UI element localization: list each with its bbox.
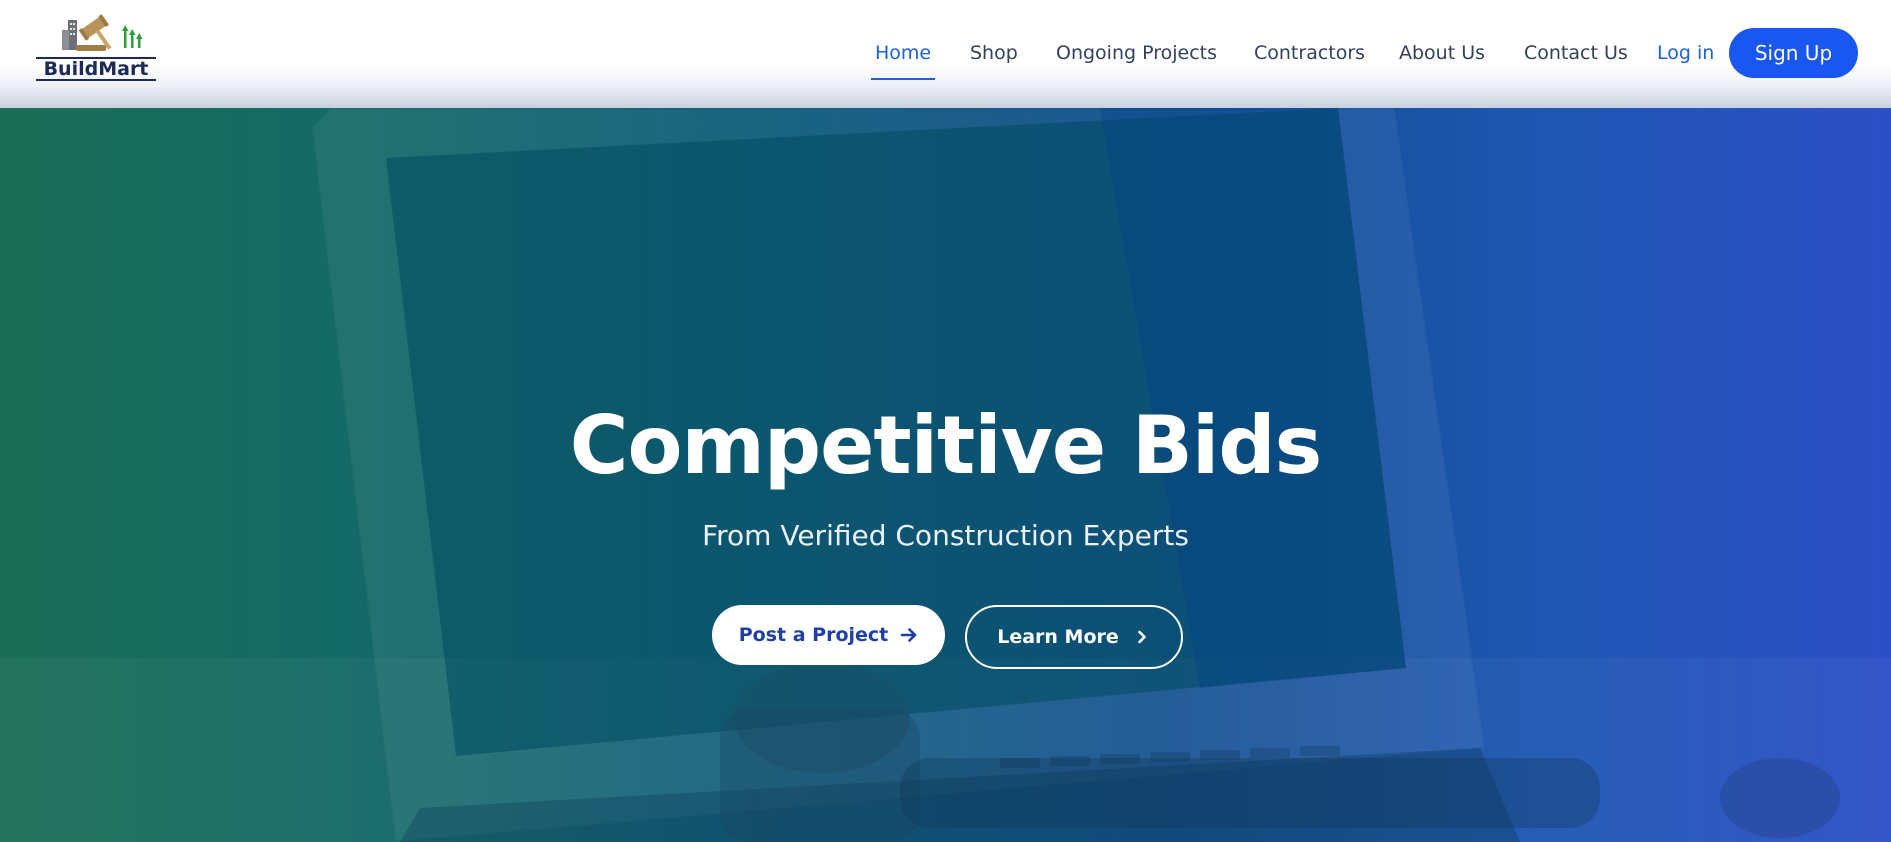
brand-logo[interactable]: BuildMart bbox=[36, 12, 156, 84]
nav-item-label: Contractors bbox=[1254, 42, 1366, 64]
learn-more-button[interactable]: Learn More bbox=[965, 605, 1183, 669]
nav-item-shop[interactable]: Shop bbox=[970, 28, 1018, 78]
nav-item-about-us[interactable]: About Us bbox=[1399, 28, 1485, 78]
post-project-label: Post a Project bbox=[738, 624, 889, 646]
nav-item-label: Shop bbox=[970, 42, 1018, 64]
nav-item-contractors[interactable]: Contractors bbox=[1254, 28, 1365, 78]
nav-item-label: Home bbox=[875, 42, 932, 64]
nav-item-contact-us[interactable]: Contact Us bbox=[1524, 28, 1628, 78]
post-project-button[interactable]: Post a Project bbox=[712, 605, 945, 665]
chevron-right-icon bbox=[1137, 630, 1146, 644]
active-nav-indicator bbox=[871, 78, 936, 80]
nav-item-home[interactable]: Home bbox=[871, 28, 936, 80]
nav-item-label: Contact Us bbox=[1524, 42, 1628, 64]
brand-name: BuildMart bbox=[36, 57, 156, 81]
nav-item-label: About Us bbox=[1399, 42, 1486, 64]
nav-item-label: Ongoing Projects bbox=[1056, 42, 1218, 64]
arrow-right-icon bbox=[900, 628, 917, 642]
hero-title: Competitive Bids bbox=[569, 399, 1322, 492]
gavel-buildings-logo-icon bbox=[62, 14, 143, 51]
hero-subtitle: From Verified Construction Experts bbox=[702, 519, 1189, 552]
site-header: BuildMart Home Shop Ongoing Projects Con… bbox=[0, 0, 1891, 108]
nav-item-ongoing-projects[interactable]: Ongoing Projects bbox=[1056, 28, 1217, 78]
hero-section: Competitive Bids From Verified Construct… bbox=[0, 108, 1891, 842]
login-link[interactable]: Log in bbox=[1657, 28, 1714, 78]
login-label: Log in bbox=[1657, 42, 1715, 64]
signup-button[interactable]: Sign Up bbox=[1729, 28, 1858, 78]
learn-more-label: Learn More bbox=[997, 626, 1119, 648]
